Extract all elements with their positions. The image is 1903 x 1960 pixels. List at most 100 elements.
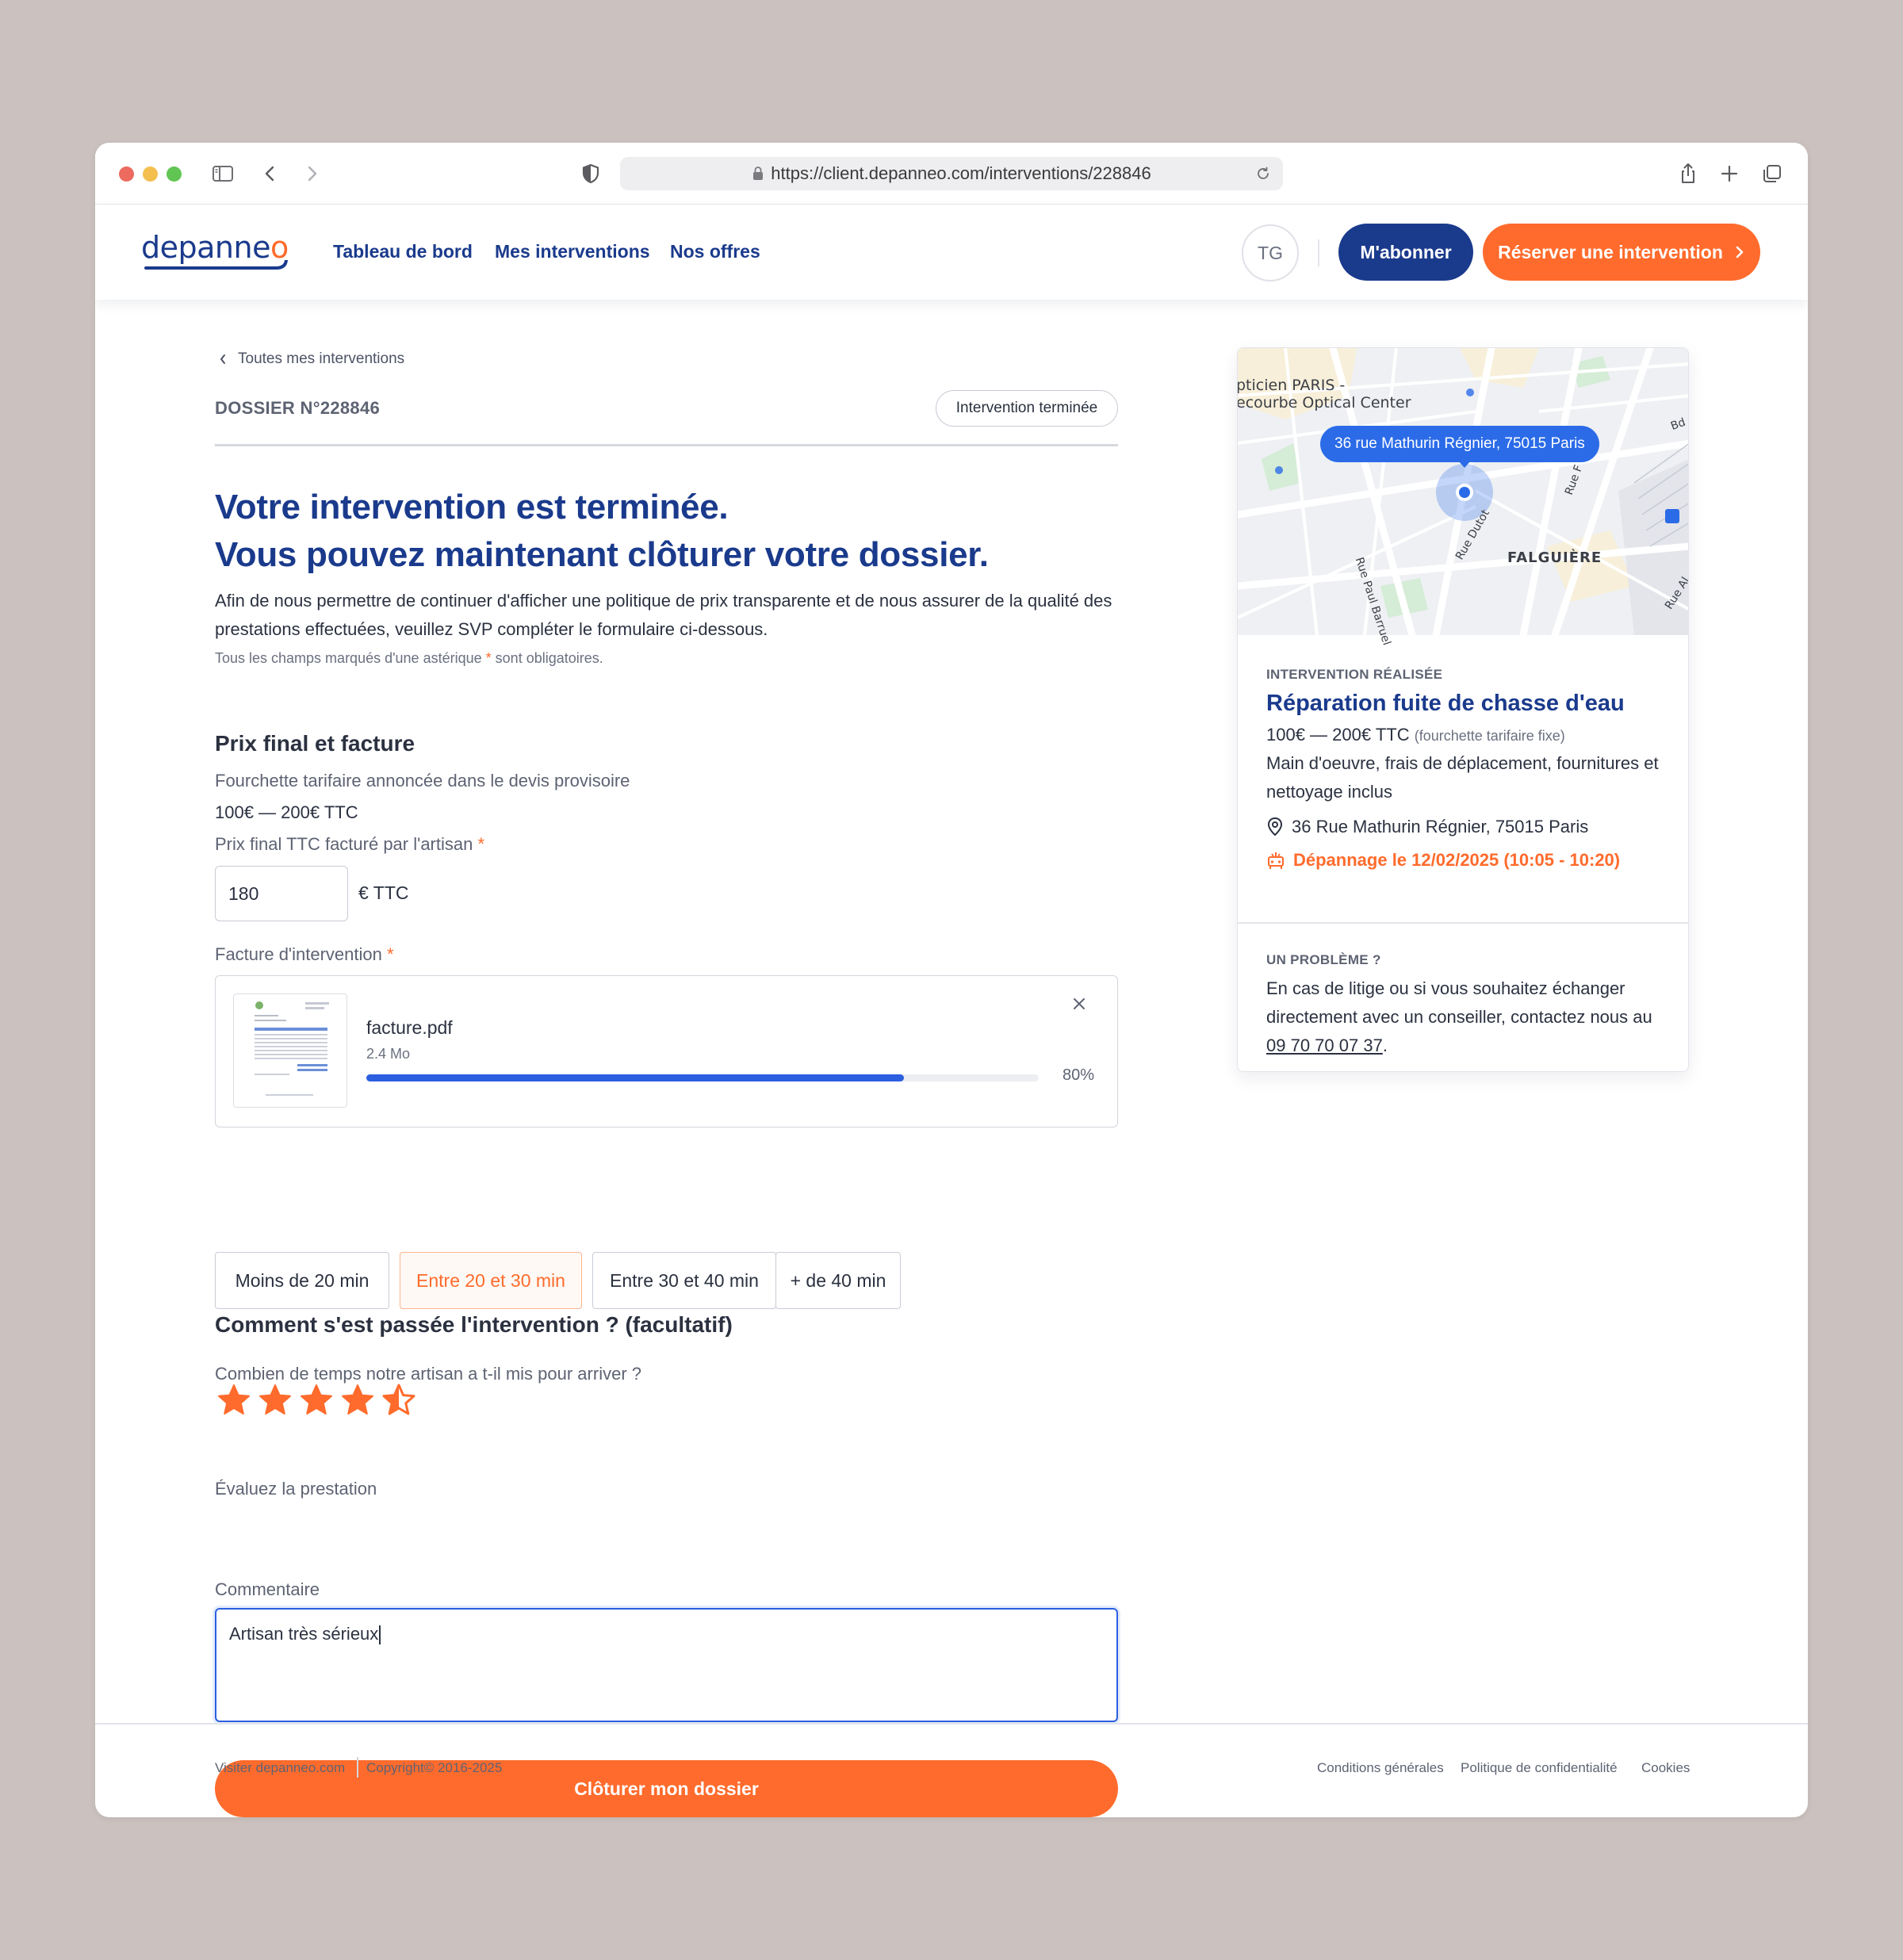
star-icon[interactable] xyxy=(256,1382,294,1420)
final-price-label-text: Prix final TTC facturé par l'artisan xyxy=(215,834,473,854)
privacy-shield-icon[interactable] xyxy=(576,159,606,189)
arrival-option-20-30[interactable]: Entre 20 et 30 min xyxy=(400,1252,582,1309)
footer-visit-link[interactable]: Visiter depanneo.com xyxy=(215,1760,345,1776)
reload-icon[interactable] xyxy=(1254,165,1272,182)
footer-divider xyxy=(95,1723,1808,1725)
book-intervention-button[interactable]: Réserver une intervention xyxy=(1483,224,1760,281)
back-arrow-icon[interactable] xyxy=(255,159,285,189)
star-icon[interactable] xyxy=(215,1382,253,1420)
required-asterisk: * xyxy=(477,834,485,854)
arrival-option-30-40[interactable]: Entre 30 et 40 min xyxy=(592,1252,776,1309)
location-map[interactable]: pticien PARIS - ecourbe Optical Center F… xyxy=(1237,348,1688,647)
chevron-left-icon xyxy=(220,354,225,364)
browser-window: https://client.depanneo.com/intervention… xyxy=(95,143,1808,1817)
document-preview-icon xyxy=(255,1001,329,1096)
tow-truck-icon xyxy=(1268,852,1284,869)
page-title-line-2: Vous pouvez maintenant clôturer votre do… xyxy=(215,535,989,574)
new-tab-plus-icon[interactable] xyxy=(1714,159,1744,189)
header-divider xyxy=(1318,239,1319,266)
card-title: Réparation fuite de chasse d'eau xyxy=(1266,691,1625,716)
card-includes: Main d'oeuvre, frais de déplacement, fou… xyxy=(1266,753,1659,802)
map-poi-line-2: ecourbe Optical Center xyxy=(1237,394,1411,412)
close-window-button[interactable] xyxy=(119,167,134,182)
support-phone-link[interactable]: 09 70 70 07 37 xyxy=(1266,1036,1383,1055)
location-pin-icon xyxy=(1267,817,1283,836)
file-size: 2.4 Mo xyxy=(366,1046,411,1062)
required-note-end: sont obligatoires. xyxy=(495,650,603,666)
text-cursor xyxy=(379,1625,381,1645)
map-district-label: FALGUIÈRE xyxy=(1507,549,1602,566)
star-icon[interactable] xyxy=(339,1382,377,1420)
page-title-line-1: Votre intervention est terminée. xyxy=(215,488,729,526)
logo-swoosh-icon xyxy=(144,260,288,270)
rating-label: Évaluez la prestation xyxy=(215,1479,377,1499)
card-price-value: 100€ — 200€ TTC xyxy=(1266,725,1410,745)
comment-text: Artisan très sérieux xyxy=(229,1624,379,1644)
star-rating[interactable] xyxy=(215,1382,418,1420)
arrival-option-under-20[interactable]: Moins de 20 min xyxy=(215,1252,389,1309)
user-avatar[interactable]: TG xyxy=(1242,224,1299,281)
nav-mes-interventions[interactable]: Mes interventions xyxy=(495,241,650,262)
lock-icon xyxy=(753,167,764,180)
arrival-option-over-40[interactable]: + de 40 min xyxy=(775,1252,901,1309)
card-price: 100€ — 200€ TTC (fourchette tarifaire fi… xyxy=(1266,721,1565,750)
book-intervention-label: Réserver une intervention xyxy=(1498,241,1723,262)
footer-terms-link[interactable]: Conditions générales xyxy=(1317,1760,1444,1776)
remove-file-icon[interactable] xyxy=(1067,992,1091,1016)
file-name: facture.pdf xyxy=(366,1017,453,1038)
card-price-note: (fourchette tarifaire fixe) xyxy=(1414,728,1565,744)
address-bar[interactable]: https://client.depanneo.com/intervention… xyxy=(620,157,1283,190)
problem-text-end: . xyxy=(1382,1036,1388,1055)
sidebar-toggle-icon[interactable] xyxy=(208,159,238,189)
intervention-summary-card: pticien PARIS - ecourbe Optical Center F… xyxy=(1237,347,1689,1072)
dossier-number: DOSSIER N°228846 xyxy=(215,398,381,418)
share-icon[interactable] xyxy=(1673,159,1703,189)
map-pill-pointer xyxy=(1458,461,1471,468)
star-icon[interactable] xyxy=(380,1382,418,1420)
upload-progress-bar xyxy=(366,1074,1039,1081)
browser-toolbar: https://client.depanneo.com/intervention… xyxy=(95,143,1808,205)
price-section-heading: Prix final et facture xyxy=(215,731,415,756)
url-text: https://client.depanneo.com/intervention… xyxy=(771,163,1151,183)
comment-textarea[interactable]: Artisan très sérieux xyxy=(215,1608,1118,1722)
site-header: depanneo Tableau de bord Mes interventio… xyxy=(95,205,1808,300)
comment-label: Commentaire xyxy=(215,1579,320,1599)
card-address: 36 Rue Mathurin Régnier, 75015 Paris xyxy=(1266,813,1588,841)
required-asterisk: * xyxy=(387,944,394,964)
subscribe-button[interactable]: M'abonner xyxy=(1338,224,1473,281)
minimize-window-button[interactable] xyxy=(143,167,158,182)
page-title: Votre intervention est terminée. Vous po… xyxy=(215,484,989,579)
problem-text-body: En cas de litige ou si vous souhaitez éc… xyxy=(1266,978,1652,1027)
footer-cookies-link[interactable]: Cookies xyxy=(1641,1760,1690,1776)
problem-text: En cas de litige ou si vous souhaitez éc… xyxy=(1266,974,1671,1060)
final-price-label: Prix final TTC facturé par l'artisan * xyxy=(215,834,484,855)
card-address-text: 36 Rue Mathurin Régnier, 75015 Paris xyxy=(1292,817,1589,836)
footer-privacy-link[interactable]: Politique de confidentialité xyxy=(1461,1760,1618,1776)
upload-progress-fill xyxy=(366,1074,905,1081)
invoice-label: Facture d'intervention * xyxy=(215,944,394,965)
problem-eyebrow: UN PROBLÈME ? xyxy=(1266,952,1381,967)
nav-nos-offres[interactable]: Nos offres xyxy=(670,241,760,262)
back-link[interactable]: Toutes mes interventions xyxy=(219,350,404,368)
close-dossier-button[interactable]: Clôturer mon dossier xyxy=(215,1760,1118,1817)
final-price-input[interactable]: 180 xyxy=(215,866,348,921)
depanneo-logo[interactable]: depanneo xyxy=(141,230,292,281)
zoom-window-button[interactable] xyxy=(167,167,182,182)
price-range-value: 100€ — 200€ TTC xyxy=(215,802,358,822)
forward-arrow-icon[interactable] xyxy=(297,159,327,189)
map-poi-line-1: pticien PARIS - xyxy=(1237,377,1346,394)
invoice-thumbnail xyxy=(233,993,347,1108)
back-link-label: Toutes mes interventions xyxy=(238,350,405,367)
feedback-section-heading: Comment s'est passée l'intervention ? (f… xyxy=(215,1312,733,1337)
price-range-label: Fourchette tarifaire annoncée dans le de… xyxy=(215,771,630,791)
nav-tableau-de-bord[interactable]: Tableau de bord xyxy=(333,241,473,262)
card-date-text: Dépannage le 12/02/2025 (10:05 - 10:20) xyxy=(1293,850,1621,870)
required-fields-note: Tous les champs marqués d'une astérique … xyxy=(215,650,603,667)
required-note-start: Tous les champs marqués d'une astérique xyxy=(215,650,482,666)
price-unit-label: € TTC xyxy=(358,882,409,903)
tabs-overview-icon[interactable] xyxy=(1757,159,1787,189)
invoice-label-text: Facture d'intervention xyxy=(215,944,382,964)
footer-copyright: Copyright© 2016-2025 xyxy=(366,1760,503,1775)
footer-separator xyxy=(357,1757,358,1778)
star-icon[interactable] xyxy=(297,1382,335,1420)
